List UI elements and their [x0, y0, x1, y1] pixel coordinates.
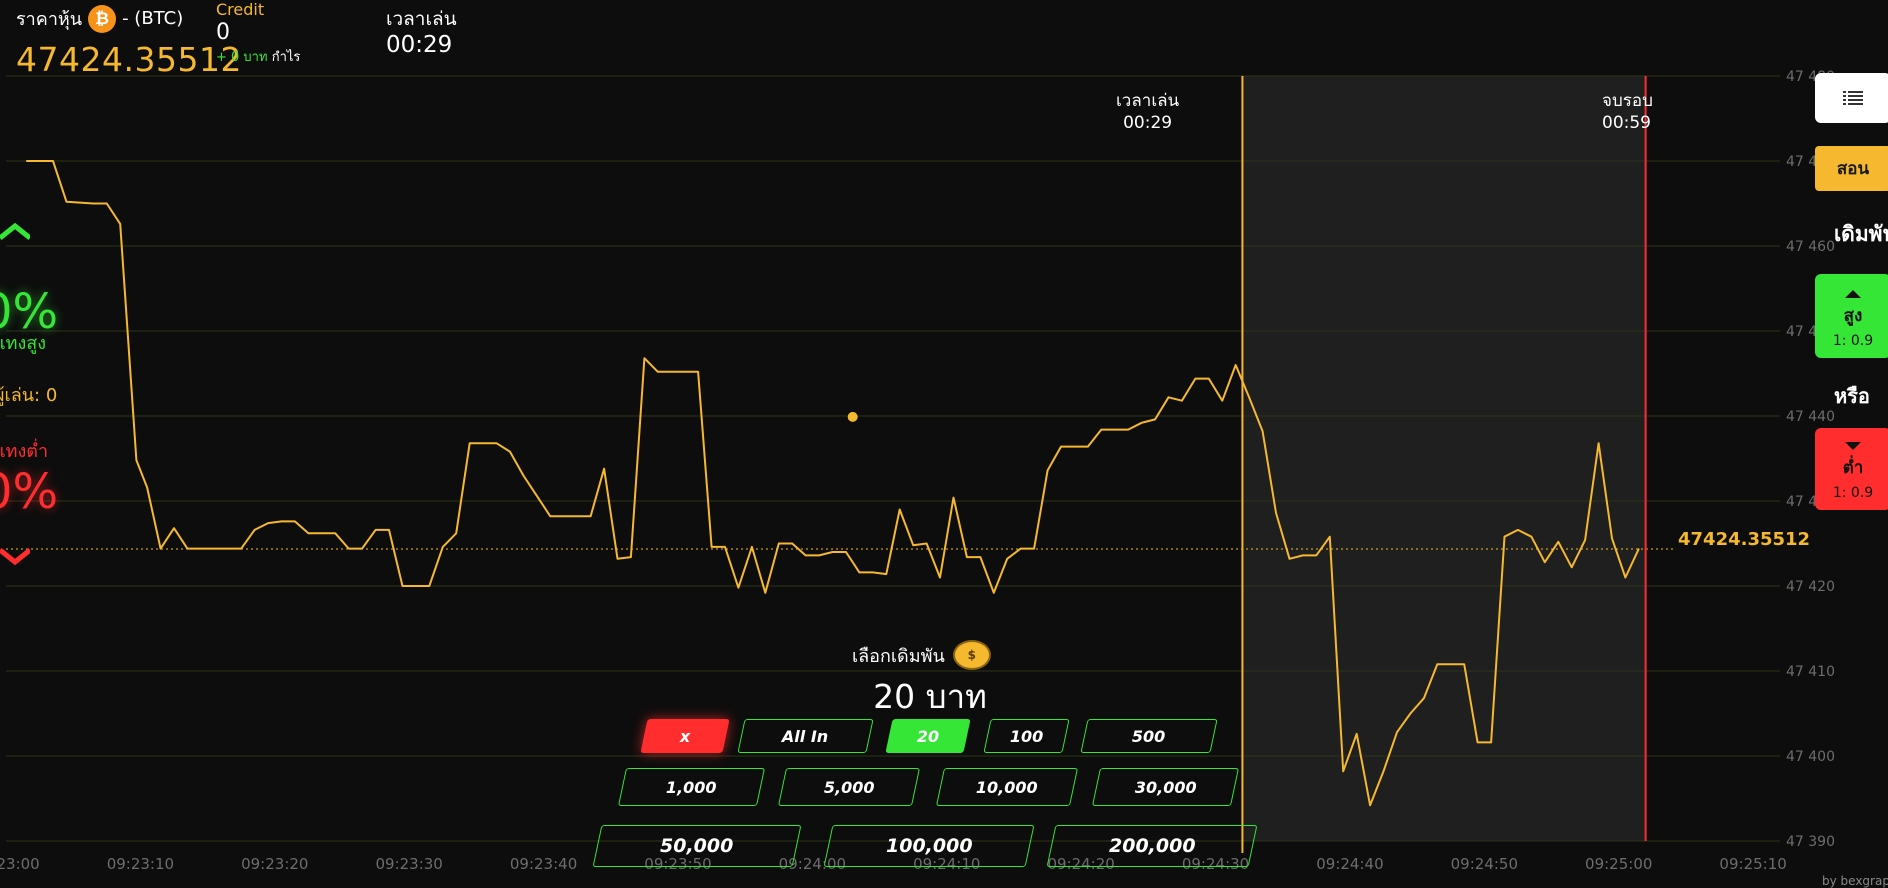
play-time-marker-label: เวลาเล่น 00:29 — [1116, 90, 1179, 134]
play-marker-time: 00:29 — [1123, 113, 1173, 133]
down-percent: 0% — [0, 464, 59, 520]
y-tick-label: 47 440 — [1786, 409, 1835, 425]
chip-20-button[interactable]: 20 — [885, 719, 971, 753]
chip-10000-label: 10,000 — [976, 777, 1038, 797]
current-price: 47424.35512 — [16, 40, 242, 79]
play-time-label: เวลาเล่น — [386, 8, 457, 30]
price-label-text: ราคาหุ้น — [16, 9, 83, 30]
bet-high-button[interactable]: สูง 1: 0.9 — [1815, 274, 1888, 358]
list-icon — [1843, 91, 1863, 105]
chip-200000-label: 200,000 — [1108, 835, 1196, 857]
profit-line: + 0 บาท กำไร — [216, 46, 300, 67]
x-tick-label: 09:23:30 — [375, 855, 442, 873]
y-tick-label: 47 460 — [1786, 239, 1835, 255]
down-label: แทงต่ำ — [0, 441, 49, 462]
end-round-marker-label: จบรอบ 00:59 — [1602, 90, 1653, 134]
chip-30000-button[interactable]: 30,000 — [1091, 768, 1240, 806]
or-label: หรือ — [1834, 384, 1870, 408]
high-odds: 1: 0.9 — [1832, 333, 1874, 349]
price-label: ราคาหุ้น ₿ - (BTC) — [16, 4, 183, 33]
x-tick-label: 09:25:10 — [1719, 855, 1786, 873]
clear-bet-button[interactable]: x — [640, 719, 730, 753]
bet-select-label: เลือกเดิมพัน $ — [852, 640, 991, 670]
chip-200000-button[interactable]: 200,000 — [1046, 825, 1258, 867]
chevron-up-icon — [0, 222, 30, 240]
y-tick-label: 47 400 — [1786, 749, 1835, 765]
all-in-label: All In — [782, 726, 829, 746]
x-tick-label: 09:24:40 — [1316, 855, 1383, 873]
profit-amount: + 0 บาท — [216, 50, 268, 65]
price-marker-dot — [847, 411, 858, 422]
chip-20-label: 20 — [916, 726, 940, 746]
triangle-down-icon — [1845, 442, 1861, 450]
tutorial-button[interactable]: สอน — [1815, 146, 1888, 191]
bet-select-text: เลือกเดิมพัน — [852, 645, 945, 667]
x-tick-label: 09:23:40 — [510, 855, 577, 873]
current-price-tag: 47424.35512 — [1678, 529, 1811, 550]
chip-100000-button[interactable]: 100,000 — [823, 825, 1035, 867]
chip-100-button[interactable]: 100 — [983, 719, 1070, 753]
chip-1000-button[interactable]: 1,000 — [617, 768, 766, 806]
all-in-button[interactable]: All In — [737, 719, 874, 753]
chip-50000-button[interactable]: 50,000 — [592, 825, 802, 867]
low-odds: 1: 0.9 — [1832, 485, 1874, 501]
menu-button[interactable] — [1815, 73, 1888, 123]
chip-100000-label: 100,000 — [885, 835, 973, 857]
footer-credit: by bexgraph — [1822, 874, 1888, 888]
y-tick-label: 47 420 — [1786, 579, 1835, 595]
chip-100-label: 100 — [1009, 726, 1044, 746]
end-marker-time: 00:59 — [1602, 113, 1651, 133]
betting-window-shade — [1242, 76, 1646, 841]
coin-chip-icon: $ — [952, 640, 991, 670]
profit-label: กำไร — [271, 50, 301, 65]
y-tick-label: 47 390 — [1786, 834, 1835, 850]
players-count: ผู้เล่น: 0 — [0, 385, 58, 406]
end-marker-title: จบรอบ — [1602, 91, 1653, 111]
y-tick-label: 47 410 — [1786, 664, 1835, 680]
bet-amount: 20 บาท — [873, 677, 987, 716]
chip-5000-label: 5,000 — [823, 777, 875, 797]
x-tick-label: 09:23:20 — [241, 855, 308, 873]
chip-30000-label: 30,000 — [1134, 777, 1197, 797]
chip-50000-label: 50,000 — [660, 835, 734, 857]
x-tick-label: 09:23:10 — [107, 855, 174, 873]
bitcoin-icon: ₿ — [88, 4, 117, 33]
credit-label: Credit — [216, 0, 265, 19]
play-marker-title: เวลาเล่น — [1116, 91, 1180, 111]
chevron-down-icon — [0, 548, 30, 566]
credit-value: 0 — [216, 20, 230, 45]
chip-10000-button[interactable]: 10,000 — [935, 768, 1079, 806]
x-tick-label: 09:25:00 — [1585, 855, 1652, 873]
chip-500-label: 500 — [1132, 726, 1166, 746]
x-tick-label: 09:23:00 — [0, 855, 40, 873]
chip-1000-label: 1,000 — [666, 777, 717, 797]
up-label: แทงสูง — [0, 333, 47, 354]
chip-500-button[interactable]: 500 — [1080, 719, 1218, 753]
chip-5000-button[interactable]: 5,000 — [777, 768, 921, 806]
x-tick-label: 09:24:50 — [1451, 855, 1518, 873]
clear-bet-label: x — [679, 726, 691, 746]
bet-title: เดิมพัน — [1834, 222, 1888, 246]
price-symbol: - (BTC) — [122, 8, 184, 29]
play-time-value: 00:29 — [386, 32, 453, 58]
high-label: สูง — [1843, 306, 1863, 326]
triangle-up-icon — [1845, 290, 1861, 298]
low-label: ต่ำ — [1842, 458, 1864, 478]
bet-low-button[interactable]: ต่ำ 1: 0.9 — [1815, 428, 1888, 510]
